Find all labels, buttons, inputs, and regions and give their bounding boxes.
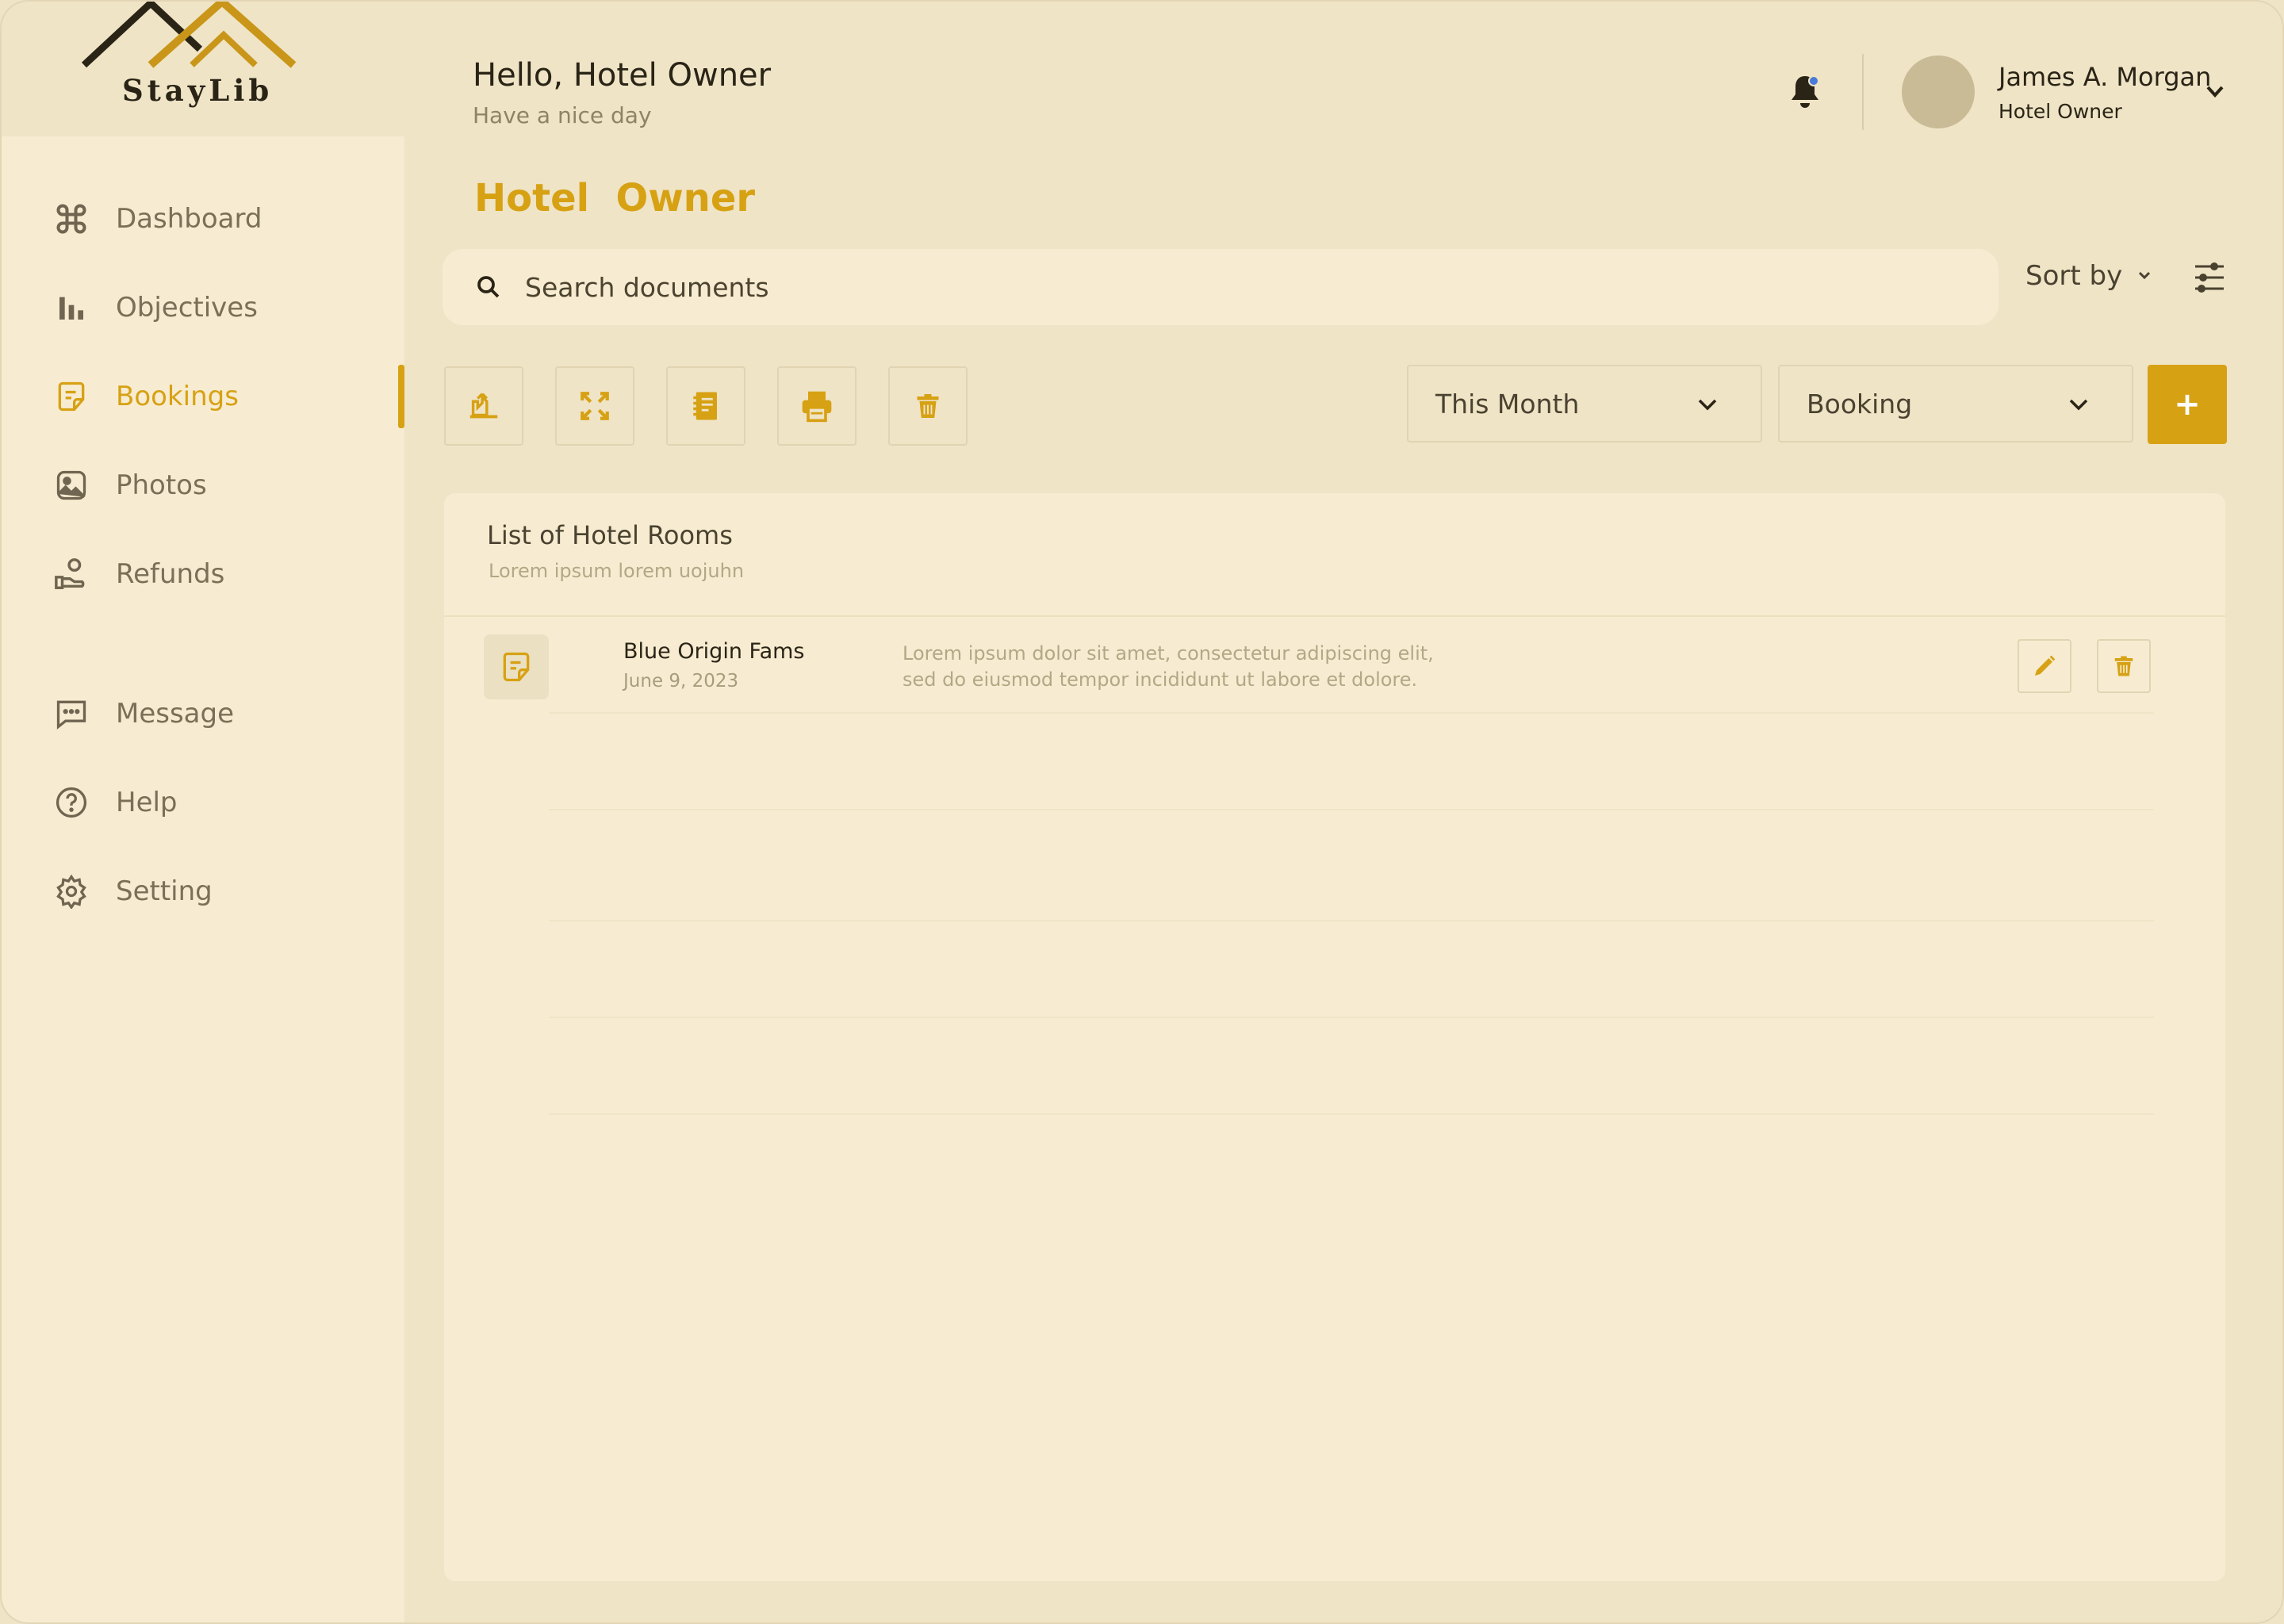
gear-icon [52, 872, 90, 910]
sidebar-item-dashboard[interactable]: Dashboard [2, 187, 404, 251]
brand-name: StayLib [122, 73, 274, 108]
sidebar-item-refunds[interactable]: Refunds [2, 542, 404, 606]
app-window: StayLib Dashboard Objectives Bookings Ph… [0, 0, 2284, 1624]
row-divider [549, 920, 2154, 921]
row-divider [549, 1017, 2154, 1018]
period-select[interactable]: This Month [1407, 365, 1762, 442]
chevron-down-icon[interactable] [2202, 79, 2228, 103]
upload-button[interactable] [444, 366, 523, 446]
document-icon [52, 377, 90, 416]
period-select-value: This Month [1435, 388, 1580, 419]
search-input[interactable] [525, 265, 1953, 309]
logo: StayLib [2, 2, 404, 136]
sidebar-item-setting[interactable]: Setting [2, 860, 404, 923]
help-circle-icon [52, 783, 90, 822]
upload-hand-icon [469, 393, 498, 419]
notebook-icon [693, 392, 717, 420]
roof-logo-icon [81, 2, 297, 68]
sidebar-item-message[interactable]: Message [2, 682, 404, 745]
chevron-down-icon[interactable] [2135, 268, 2154, 284]
add-button[interactable]: + [2148, 365, 2227, 444]
search-icon [477, 276, 500, 298]
expand-button[interactable] [555, 366, 634, 446]
filter-sliders-icon[interactable] [2192, 260, 2227, 295]
sidebar-item-label: Setting [116, 875, 213, 907]
pencil-icon [2035, 655, 2056, 676]
card-subtitle: Lorem ipsum lorem uojuhn [489, 560, 745, 582]
row-delete-button[interactable] [2097, 639, 2151, 693]
sidebar-item-label: Bookings [116, 381, 239, 412]
chevron-down-icon [1698, 399, 1717, 411]
sidebar-item-label: Objectives [116, 292, 258, 324]
sidebar-item-objectives[interactable]: Objectives [2, 276, 404, 339]
row-divider [549, 712, 2154, 714]
row-divider [549, 1113, 2154, 1115]
notebook-button[interactable] [666, 366, 745, 446]
user-role: Hotel Owner [1998, 100, 2122, 123]
avatar[interactable] [1902, 56, 1975, 128]
search-bar [443, 249, 1998, 325]
sidebar-item-bookings[interactable]: Bookings [2, 365, 404, 428]
edit-button[interactable] [2018, 639, 2071, 693]
page-title: Hotel Owner [474, 176, 756, 220]
message-icon [52, 695, 90, 733]
room-date: June 9, 2023 [623, 671, 739, 691]
type-select-value: Booking [1807, 388, 1913, 419]
sidebar-item-label: Refunds [116, 558, 225, 590]
sidebar-item-label: Dashboard [116, 203, 263, 235]
bar-chart-icon [52, 289, 90, 327]
image-icon [52, 466, 90, 504]
command-icon [52, 200, 90, 238]
trash-icon [2114, 656, 2133, 676]
sidebar-item-photos[interactable]: Photos [2, 454, 404, 517]
chevron-down-icon [2069, 399, 2088, 411]
greeting-title: Hello, Hotel Owner [473, 57, 772, 94]
sidebar-item-help[interactable]: Help [2, 771, 404, 834]
room-description: Lorem ipsum dolor sit amet, consectetur … [902, 642, 1434, 691]
greeting-subtitle: Have a nice day [473, 102, 652, 128]
sidebar-item-label: Message [116, 698, 235, 730]
sort-by-button[interactable]: Sort by [2025, 260, 2122, 292]
expand-icon [581, 392, 609, 420]
sidebar-item-label: Photos [116, 469, 207, 501]
notification-bell-icon[interactable] [1788, 73, 1822, 113]
sidebar-item-label: Help [116, 787, 178, 818]
active-indicator [398, 365, 404, 428]
hand-money-icon [52, 555, 90, 593]
printer-icon [802, 391, 832, 423]
card-title: List of Hotel Rooms [487, 520, 733, 550]
print-button[interactable] [777, 366, 856, 446]
rooms-list-card: List of Hotel Rooms Lorem ipsum lorem uo… [444, 493, 2225, 1581]
delete-button[interactable] [888, 366, 968, 446]
user-name[interactable]: James A. Morgan [1998, 62, 2211, 92]
divider [444, 615, 2225, 617]
header-divider [1862, 54, 1864, 130]
type-select[interactable]: Booking [1778, 365, 2133, 442]
row-divider [549, 809, 2154, 810]
room-name[interactable]: Blue Origin Fams [623, 639, 805, 664]
row-document-icon [484, 634, 549, 699]
trash-icon [917, 394, 939, 418]
